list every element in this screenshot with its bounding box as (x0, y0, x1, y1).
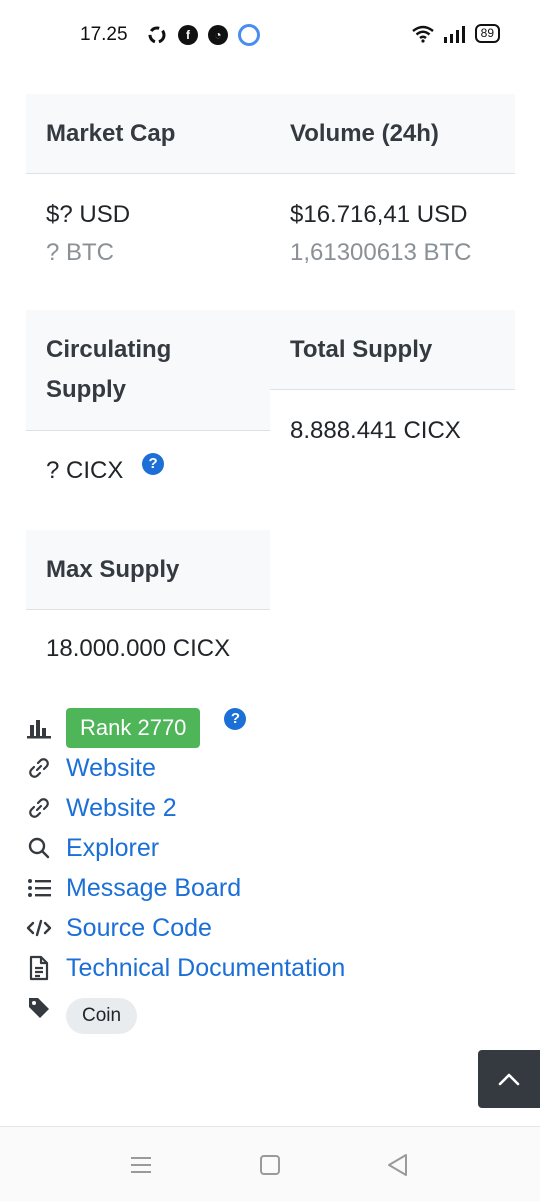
tag-badge[interactable]: Coin (66, 998, 138, 1034)
rank-help-icon[interactable]: ? (224, 708, 247, 730)
system-nav-bar (0, 1126, 540, 1201)
list-icon (25, 874, 53, 902)
market-cap-card: Market Cap $? USD ? BTC (26, 94, 270, 272)
market-cap-btc: ? BTC (46, 239, 115, 266)
bar-chart-icon (25, 714, 53, 742)
total-supply-label: Total Supply (270, 310, 515, 390)
messenger-icon: ◔ (208, 25, 228, 45)
status-right: 89 (411, 24, 500, 43)
wifi-icon (411, 25, 434, 43)
home-nav-icon[interactable] (257, 1152, 283, 1178)
link-icon (25, 794, 53, 822)
market-cap-label: Market Cap (26, 94, 270, 174)
status-time: 17.25 (80, 24, 128, 45)
search-icon (25, 834, 53, 862)
document-icon (25, 954, 53, 982)
sync-icon (148, 26, 166, 44)
source-code-row[interactable]: Source Code (25, 908, 515, 948)
circulating-supply-label: Circulating Supply (26, 310, 270, 431)
explorer-link[interactable]: Explorer (66, 834, 159, 863)
total-supply-card: Total Supply 8.888.441 CICX (270, 310, 515, 450)
code-icon (25, 914, 53, 942)
website-link[interactable]: Website (66, 754, 156, 783)
volume-usd: $16.716,41 USD (290, 201, 468, 228)
rank-row: Rank 2770 ? (25, 708, 515, 748)
status-app-icons: f ◔ (146, 24, 260, 46)
max-supply-card: Max Supply 18.000.000 CICX (26, 530, 270, 668)
circulating-help-icon[interactable]: ? (142, 453, 165, 475)
battery-icon: 89 (474, 24, 500, 43)
max-supply-value: 18.000.000 CICX (46, 635, 231, 662)
website-row[interactable]: Website (25, 748, 515, 788)
status-bar: 17.25 f ◔ 89 (0, 0, 540, 68)
link-icon (25, 754, 53, 782)
explorer-row[interactable]: Explorer (25, 828, 515, 868)
tech-docs-row[interactable]: Technical Documentation (25, 948, 515, 988)
tag-icon (25, 994, 53, 1022)
source-code-link[interactable]: Source Code (66, 914, 212, 943)
market-cap-usd: $? USD (46, 201, 131, 228)
total-supply-value: 8.888.441 CICX (290, 417, 461, 444)
scroll-to-top-button[interactable] (478, 1050, 540, 1108)
coin-links: Rank 2770 ? Website Website 2 Explorer M… (25, 708, 515, 1040)
circulating-supply-card: Circulating Supply ? CICX ? (26, 310, 270, 489)
volume-card: Volume (24h) $16.716,41 USD 1,61300613 B… (270, 94, 515, 272)
tech-docs-link[interactable]: Technical Documentation (66, 954, 345, 983)
signal-icon (443, 25, 465, 43)
chevron-up-icon (498, 1073, 520, 1086)
back-nav-icon[interactable] (384, 1152, 410, 1178)
website2-row[interactable]: Website 2 (25, 788, 515, 828)
tags-row: Coin (25, 992, 515, 1040)
volume-label: Volume (24h) (270, 94, 515, 174)
message-board-link[interactable]: Message Board (66, 874, 241, 903)
volume-btc: 1,61300613 BTC (290, 239, 472, 266)
menu-nav-icon[interactable] (128, 1152, 154, 1178)
website2-link[interactable]: Website 2 (66, 794, 177, 823)
message-board-row[interactable]: Message Board (25, 868, 515, 908)
rank-badge: Rank 2770 (66, 708, 201, 748)
app-dot-icon (238, 24, 260, 46)
facebook-icon: f (178, 25, 198, 45)
max-supply-label: Max Supply (26, 530, 270, 610)
circulating-supply-value: ? CICX (46, 457, 124, 484)
